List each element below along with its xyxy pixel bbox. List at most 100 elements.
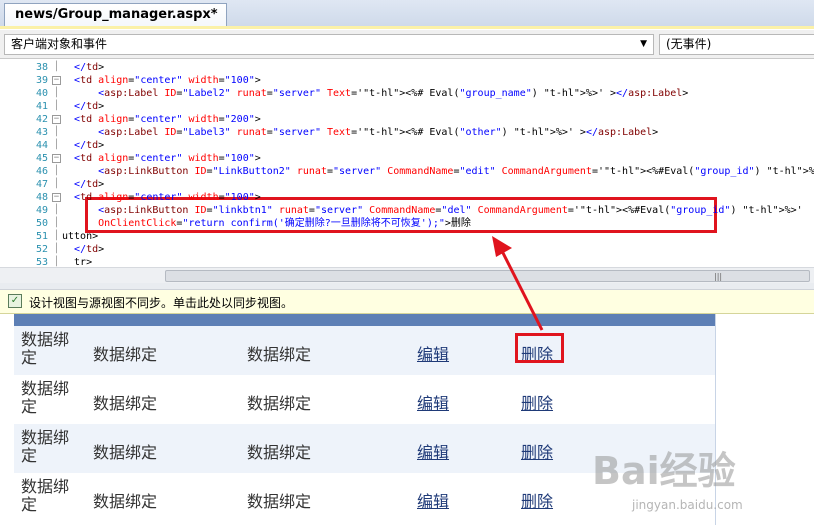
code-text: <asp:Label ID="Label2" runat="server" Te… (98, 88, 689, 99)
collapse-icon[interactable]: − (52, 154, 61, 163)
line-number: 48 (35, 192, 48, 203)
source-code-editor[interactable]: 38 │ </td> 39− <td align="center" width="1… (0, 59, 814, 267)
cell-other: 数据绑定 (247, 492, 312, 511)
line-number: 51 (35, 231, 48, 242)
code-line[interactable]: 44 │ </td> (0, 139, 814, 152)
outline-guide: │ (53, 140, 60, 150)
event-dropdown[interactable]: (无事件) (659, 34, 814, 55)
code-line[interactable]: 41 │ </td> (0, 100, 814, 113)
cell-group-id: 数据绑定 (21, 379, 70, 416)
edit-link[interactable]: 编辑 (417, 439, 449, 463)
cell-group-name: 数据绑定 (93, 492, 158, 511)
cell-other: 数据绑定 (247, 394, 312, 413)
code-text: <td align="center" width="100"> (74, 75, 261, 86)
baidu-watermark: Bai经验 jingyan.baidu.com (592, 440, 812, 522)
document-tab-strip: news/Group_manager.aspx* (0, 0, 814, 27)
outline-guide: │ (53, 101, 60, 111)
code-text: </td> (74, 140, 105, 151)
code-line[interactable]: 52 │ </td> (0, 243, 814, 256)
grid-header-bar (14, 314, 715, 326)
sync-info-bar[interactable]: ✓ 设计视图与源视图不同步。单击此处以同步视图。 (0, 290, 814, 314)
cell-other: 数据绑定 (247, 443, 312, 462)
code-text: </td> (74, 101, 105, 112)
code-line[interactable]: 53 │ tr> (0, 256, 814, 267)
code-text: <td align="center" width="100"> (74, 192, 261, 203)
collapse-icon[interactable]: − (52, 193, 61, 202)
outline-guide: │ (53, 62, 60, 72)
collapse-icon[interactable]: − (52, 76, 61, 85)
line-number: 49 (35, 205, 48, 216)
line-number: 43 (35, 127, 48, 138)
line-number: 41 (35, 101, 48, 112)
code-line[interactable]: 38 │ </td> (0, 61, 814, 74)
code-line[interactable]: 42− <td align="center" width="200"> (0, 113, 814, 126)
line-number: 38 (35, 62, 48, 73)
edit-link[interactable]: 编辑 (417, 341, 449, 365)
cell-group-id: 数据绑定 (21, 428, 70, 465)
code-text: <asp:Label ID="Label3" runat="server" Te… (98, 127, 659, 138)
event-dropdown-value: (无事件) (666, 37, 712, 51)
code-text: <asp:LinkButton ID="LinkButton2" runat="… (98, 166, 814, 177)
code-text: </td> (74, 244, 105, 255)
code-line[interactable]: 51 │ utton> (0, 230, 814, 243)
cell-group-name: 数据绑定 (93, 394, 158, 413)
code-line[interactable]: 39− <td align="center" width="100"> (0, 74, 814, 87)
code-text: OnClientClick="return confirm('确定删除?一旦删除… (98, 218, 471, 229)
outline-guide: │ (53, 218, 60, 228)
chevron-down-icon: ▼ (640, 39, 647, 49)
table-row: 数据绑定 数据绑定 数据绑定 编辑 删除 (14, 375, 715, 424)
watermark-logo: Bai经验 (592, 449, 736, 493)
outline-guide: │ (53, 127, 60, 137)
code-line[interactable]: 45− <td align="center" width="100"> (0, 152, 814, 165)
tab-underline (0, 26, 814, 29)
client-object-dropdown-value: 客户端对象和事件 (11, 37, 108, 51)
outline-guide: │ (53, 231, 60, 241)
code-line[interactable]: 50 │ OnClientClick="return confirm('确定删除?… (0, 217, 814, 230)
sync-message[interactable]: 设计视图与源视图不同步。单击此处以同步视图。 (29, 294, 293, 311)
delete-link[interactable]: 删除 (521, 390, 553, 414)
document-tab[interactable]: news/Group_manager.aspx* (4, 3, 227, 27)
horizontal-scrollbar[interactable]: ||| (0, 267, 814, 283)
object-event-bar: 客户端对象和事件 ▼ (无事件) (0, 30, 814, 59)
code-text: <td align="center" width="200"> (74, 114, 261, 125)
edit-link[interactable]: 编辑 (417, 488, 449, 512)
outline-guide: │ (53, 166, 60, 176)
sync-icon: ✓ (8, 294, 22, 308)
line-number: 45 (35, 153, 48, 164)
code-text: <td align="center" width="100"> (74, 153, 261, 164)
delete-link[interactable]: 删除 (521, 488, 553, 512)
watermark-url: jingyan.baidu.com (632, 498, 743, 512)
outline-guide: │ (53, 244, 60, 254)
edit-link[interactable]: 编辑 (417, 390, 449, 414)
scrollbar-thumb[interactable]: ||| (165, 270, 810, 282)
code-line[interactable]: 49 │ <asp:LinkButton ID="linkbtn1" runat=… (0, 204, 814, 217)
table-row: 数据绑定 数据绑定 数据绑定 编辑 删除 (14, 326, 715, 375)
pane-splitter[interactable] (0, 283, 814, 290)
outline-guide: │ (53, 205, 60, 215)
code-line[interactable]: 40 │ <asp:Label ID="Label2" runat="server… (0, 87, 814, 100)
code-text: </td> (74, 62, 105, 73)
line-number: 40 (35, 88, 48, 99)
line-number: 47 (35, 179, 48, 190)
code-text: </td> (74, 179, 105, 190)
line-number: 42 (35, 114, 48, 125)
collapse-icon[interactable]: − (52, 115, 61, 124)
code-line[interactable]: 48− <td align="center" width="100"> (0, 191, 814, 204)
line-number: 53 (35, 257, 48, 267)
cell-group-name: 数据绑定 (93, 443, 158, 462)
delete-link[interactable]: 删除 (521, 439, 553, 463)
code-text: tr> (62, 257, 93, 267)
line-number: 46 (35, 166, 48, 177)
line-number: 44 (35, 140, 48, 151)
code-text: utton> (62, 231, 99, 242)
line-number: 50 (35, 218, 48, 229)
outline-guide: │ (53, 179, 60, 189)
grip-icon: ||| (714, 272, 723, 281)
line-number: 52 (35, 244, 48, 255)
client-object-dropdown[interactable]: 客户端对象和事件 ▼ (4, 34, 654, 55)
code-line[interactable]: 47 │ </td> (0, 178, 814, 191)
line-number: 39 (35, 75, 48, 86)
cell-group-name: 数据绑定 (93, 345, 158, 364)
code-line[interactable]: 43 │ <asp:Label ID="Label3" runat="server… (0, 126, 814, 139)
code-line[interactable]: 46 │ <asp:LinkButton ID="LinkButton2" run… (0, 165, 814, 178)
